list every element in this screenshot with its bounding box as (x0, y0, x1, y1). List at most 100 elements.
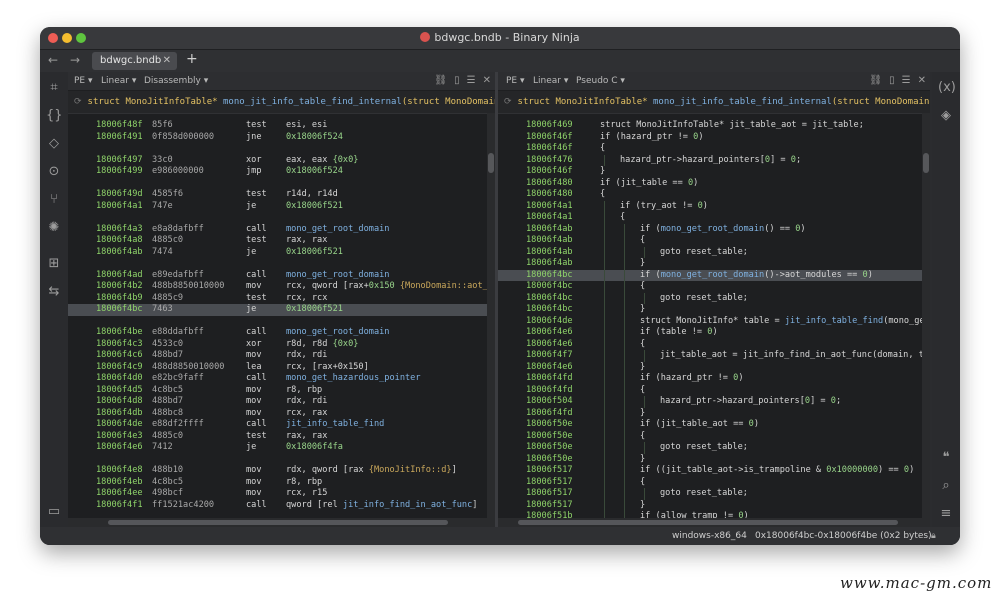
pseudo-c-line[interactable]: 18006f46f { (498, 143, 930, 155)
address[interactable]: 18006f46f (526, 166, 573, 178)
code-text[interactable]: if (hazard_ptr != 0) (640, 373, 744, 385)
code-token[interactable]: 0x10000000 (826, 465, 878, 475)
code-text[interactable]: struct MonoJitInfoTable* jit_table_aot =… (600, 120, 864, 132)
code-text[interactable]: if (hazard_ptr != 0) (600, 132, 704, 144)
pseudo-c-line[interactable]: 18006f4ab} (498, 258, 930, 270)
code-token[interactable]: ) (703, 201, 708, 211)
mnemonic[interactable]: test (246, 120, 267, 132)
code-token[interactable]: ) (754, 419, 759, 429)
operands[interactable]: mono_get_root_domain (286, 327, 389, 339)
comments-icon[interactable]: ❝ (938, 450, 954, 466)
address[interactable]: 18006f4de (526, 316, 573, 328)
code-text[interactable]: } (640, 258, 645, 270)
function-reference[interactable]: mono_get_root_domain (661, 270, 764, 280)
address[interactable]: 18006f517 (526, 465, 573, 477)
mnemonic[interactable]: test (246, 189, 267, 201)
mnemonic[interactable]: mov (246, 396, 262, 408)
disassembly-pane[interactable]: PE ▾ Linear ▾ Disassembly ▾ ⛓ ▯ ☰ ✕ ⟳ struct… (68, 72, 495, 527)
disassembly-line[interactable]: 18006f4c9 488d8850010000 lea rcx, [rax+0x15… (68, 362, 495, 374)
address[interactable]: 18006f4bc (526, 293, 573, 305)
address[interactable]: 18006f4a1 (526, 212, 573, 224)
operand-token[interactable]: esi, esi (286, 120, 327, 130)
mnemonic[interactable]: je (246, 442, 256, 454)
disassembly-line[interactable]: 18006f4bc 7463 je 0x18006f521 (68, 304, 495, 316)
operands[interactable]: mono_get_root_domain (286, 270, 389, 282)
code-token[interactable]: } (640, 304, 645, 314)
operands[interactable]: rax, rax (286, 235, 327, 247)
code-text[interactable]: } (640, 500, 645, 512)
code-token[interactable]: () == (764, 224, 795, 234)
code-token[interactable]: goto reset_table; (660, 442, 748, 452)
operands[interactable]: rcx, qword [rax+0x150 {MonoDomain::aot_m (286, 281, 493, 293)
mnemonic[interactable]: je (246, 304, 256, 316)
pseudo-c-line[interactable]: 18006f4fd} (498, 407, 930, 419)
address[interactable]: 18006f4c3 (96, 339, 143, 351)
pseudo-c-line[interactable]: 18006f4bc goto reset_table; (498, 292, 930, 305)
code-text[interactable]: } (600, 166, 605, 178)
search-icon[interactable]: ⌕ (938, 478, 954, 494)
pseudo-c-line[interactable]: 18006f480 { (498, 189, 930, 201)
mnemonic[interactable]: mov (246, 488, 262, 500)
pseudo-c-line[interactable]: 18006f480 if (jit_table == 0) (498, 178, 930, 190)
mnemonic[interactable]: call (246, 327, 267, 339)
code-text[interactable]: { (640, 281, 645, 293)
address[interactable]: 18006f4e3 (96, 431, 143, 443)
mnemonic[interactable]: je (246, 247, 256, 259)
address[interactable]: 18006f46f (526, 143, 573, 155)
pseudo-c-line[interactable]: 18006f4bc} (498, 304, 930, 316)
function-reference[interactable]: mono_get_root_domain (661, 224, 764, 234)
pseudo-c-line[interactable]: 18006f46f} (498, 166, 930, 178)
pseudo-c-line[interactable]: 18006f4a1 { (498, 212, 930, 224)
pseudo-c-line[interactable]: 18006f469 struct MonoJitInfoTable* jit_ta… (498, 120, 930, 132)
platform-dropdown[interactable]: PE ▾ (506, 72, 525, 90)
code-token[interactable]: ; (796, 155, 801, 165)
code-token[interactable]: jit_table_aot = jit_info_find_in_aot_fun… (660, 350, 924, 360)
operand-token[interactable]: qword [rel (286, 500, 343, 510)
code-token[interactable]: goto reset_table; (660, 247, 748, 257)
mnemonic[interactable]: call (246, 419, 267, 431)
terminal-icon[interactable]: ▭ (46, 504, 62, 520)
address[interactable]: 18006f517 (526, 488, 573, 500)
mnemonic[interactable]: lea (246, 362, 262, 374)
disassembly-line[interactable]: 18006f4e8 488b10 mov rdx, qword [rax {MonoJ… (68, 465, 495, 477)
operand-token[interactable]: rax, rax (286, 431, 327, 441)
notes-icon[interactable]: ≡ (938, 506, 954, 522)
operand-token[interactable]: 0x150 (369, 281, 395, 291)
function-reference[interactable]: mono_get_root_domain (286, 224, 389, 234)
disassembly-line[interactable]: 18006f4a3 e8a8dafbff call mono_get_root_dom… (68, 224, 495, 236)
view-mode-dropdown[interactable]: Linear ▾ (101, 72, 136, 90)
disassembly-line[interactable]: 18006f4b9 4885c9 test rcx, rcx (68, 293, 495, 305)
code-token[interactable]: hazard_ptr->hazard_pointers[ (620, 155, 765, 165)
code-text[interactable]: { (600, 189, 605, 201)
menu-icon[interactable]: ☰ (467, 75, 476, 86)
view-mode-dropdown[interactable]: Linear ▾ (533, 72, 568, 90)
left-horizontal-scrollbar[interactable] (68, 518, 487, 527)
split-icon[interactable]: ▯ (889, 75, 895, 86)
address[interactable]: 18006f50e (526, 431, 573, 443)
operands[interactable]: 0x18006f521 (286, 304, 343, 316)
code-text[interactable]: if (jit_table_aot == 0) (640, 419, 759, 431)
menu-icon[interactable]: ☰ (902, 75, 911, 86)
mnemonic[interactable]: mov (246, 281, 262, 293)
disassembly-line[interactable]: 18006f4ee 498bcf mov rcx, r15 (68, 488, 495, 500)
code-text[interactable]: hazard_ptr->hazard_pointers[0] = 0; (620, 155, 801, 167)
variables-panel-icon[interactable]: (x) (938, 80, 956, 96)
address[interactable]: 18006f4e6 (526, 339, 573, 351)
forward-arrow-icon[interactable]: → (70, 53, 80, 67)
collapse-icon[interactable]: ⟳ (504, 97, 512, 107)
code-text[interactable]: goto reset_table; (660, 488, 748, 500)
code-token[interactable]: { (640, 281, 645, 291)
operand-token[interactable]: 0x18006f524 (286, 132, 343, 142)
disassembly-line[interactable]: 18006f4c3 4533c0 xor r8d, r8d {0x0} (68, 339, 495, 351)
pseudo-c-line[interactable]: 18006f46f if (hazard_ptr != 0) (498, 132, 930, 144)
pseudo-c-line[interactable]: 18006f50e goto reset_table; (498, 442, 930, 454)
address[interactable]: 18006f4fd (526, 373, 573, 385)
platform-dropdown[interactable]: PE ▾ (74, 72, 93, 90)
layers-icon[interactable]: ◈ (938, 108, 954, 124)
code-text[interactable]: jit_table_aot = jit_info_find_in_aot_fun… (660, 350, 924, 362)
split-icon[interactable]: ▯ (454, 75, 460, 86)
disassembly-line[interactable]: 18006f4d5 4c8bc5 mov r8, rbp (68, 385, 495, 397)
code-text[interactable]: if (mono_get_root_domain()->aot_modules … (640, 270, 873, 282)
code-text[interactable]: goto reset_table; (660, 442, 748, 454)
address[interactable]: 18006f4bc (96, 304, 143, 316)
